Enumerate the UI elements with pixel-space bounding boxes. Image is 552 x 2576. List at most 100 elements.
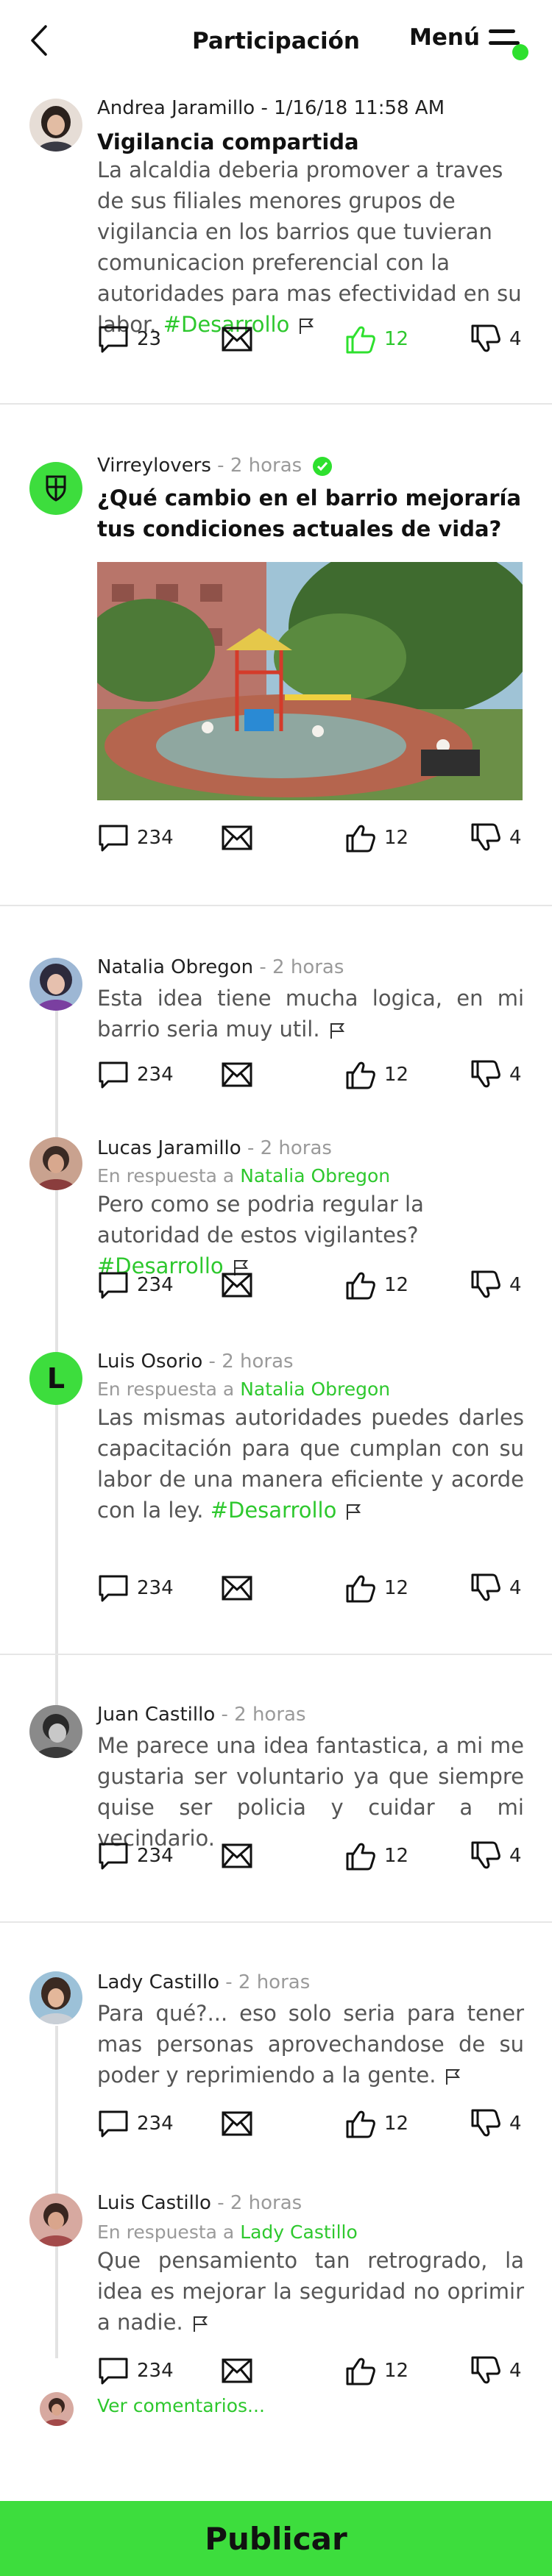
share-mail-button[interactable] bbox=[221, 1837, 253, 1874]
post-time: - 2 horas bbox=[210, 455, 302, 477]
dislike-count: 4 bbox=[509, 2360, 522, 2382]
hamburger-menu-icon[interactable] bbox=[486, 25, 528, 62]
report-flag-icon[interactable] bbox=[443, 2067, 462, 2086]
reply-to-link[interactable]: Lady Castillo bbox=[240, 2221, 358, 2243]
like-button[interactable]: 12 bbox=[344, 1056, 408, 1093]
dislike-button[interactable]: 4 bbox=[470, 2352, 522, 2389]
comment-time: - 2 horas bbox=[202, 1351, 294, 1373]
thumbs-down-icon bbox=[470, 323, 502, 355]
comment-count: 234 bbox=[137, 827, 174, 849]
dislike-button[interactable]: 4 bbox=[470, 321, 522, 357]
post-actions: 23 12 4 bbox=[97, 321, 531, 357]
comment-actions: 234 12 4 bbox=[97, 1837, 531, 1874]
comment-count: 234 bbox=[137, 1577, 174, 1599]
comment-button[interactable]: 234 bbox=[97, 1267, 174, 1303]
hashtag-link[interactable]: #Desarrollo bbox=[210, 1498, 337, 1523]
dislike-button[interactable]: 4 bbox=[470, 1056, 522, 1093]
thumbs-up-icon bbox=[344, 1269, 377, 1301]
divider bbox=[0, 403, 552, 405]
verified-check-icon bbox=[313, 456, 333, 476]
comment-icon bbox=[97, 1840, 130, 1872]
post-title: Vigilancia compartida bbox=[97, 129, 359, 154]
dislike-button[interactable]: 4 bbox=[470, 1267, 522, 1303]
like-count: 12 bbox=[384, 827, 409, 849]
menu-label[interactable]: Menú bbox=[409, 24, 480, 51]
like-button[interactable]: 12 bbox=[344, 1837, 408, 1874]
share-mail-button[interactable] bbox=[221, 1570, 253, 1607]
comment-count: 23 bbox=[137, 328, 162, 350]
dislike-button[interactable]: 4 bbox=[470, 819, 522, 856]
like-button[interactable]: 12 bbox=[344, 2352, 408, 2389]
like-button[interactable]: 12 bbox=[344, 321, 408, 357]
comment-author-line: Luis Osorio - 2 horas bbox=[97, 1351, 294, 1373]
dislike-count: 4 bbox=[509, 1274, 522, 1296]
comment-author-line: Juan Castillo - 2 horas bbox=[97, 1704, 306, 1726]
share-mail-button[interactable] bbox=[221, 2352, 253, 2389]
author-name[interactable]: Natalia Obregon bbox=[97, 956, 253, 978]
see-more-comments-link[interactable]: Ver comentarios... bbox=[97, 2395, 265, 2416]
comment-actions: 234 12 4 bbox=[97, 1056, 531, 1093]
comment-count: 234 bbox=[137, 1845, 174, 1867]
report-flag-icon[interactable] bbox=[191, 2314, 210, 2333]
notification-dot bbox=[512, 44, 528, 60]
author-name[interactable]: Luis Osorio bbox=[97, 1351, 202, 1373]
thumbs-up-icon bbox=[344, 1840, 377, 1872]
divider bbox=[0, 905, 552, 906]
comment-body-text: Pero como se podria regular la autoridad… bbox=[97, 1192, 424, 1248]
shield-icon bbox=[46, 475, 66, 502]
reply-to-link[interactable]: Natalia Obregon bbox=[240, 1165, 390, 1186]
author-name[interactable]: Virreylovers bbox=[97, 455, 211, 477]
comment-button[interactable]: 234 bbox=[97, 1570, 174, 1607]
like-button[interactable]: 12 bbox=[344, 819, 408, 856]
author-name[interactable]: Luis Castillo bbox=[97, 2192, 211, 2214]
comment-button[interactable]: 234 bbox=[97, 819, 174, 856]
comment-body: Esta idea tiene mucha logica, en mi barr… bbox=[97, 983, 524, 1045]
avatar bbox=[29, 1971, 82, 2024]
share-mail-button[interactable] bbox=[221, 1056, 253, 1093]
dislike-button[interactable]: 4 bbox=[470, 1570, 522, 1607]
like-button[interactable]: 12 bbox=[344, 1570, 408, 1607]
comment-button[interactable]: 23 bbox=[97, 321, 161, 357]
thread-line bbox=[55, 2026, 58, 2358]
comment-icon bbox=[97, 2355, 130, 2387]
comment-button[interactable]: 234 bbox=[97, 2352, 174, 2389]
dislike-count: 4 bbox=[509, 2113, 522, 2135]
avatar bbox=[29, 2193, 82, 2246]
reply-to-line: En respuesta a Natalia Obregon bbox=[97, 1378, 390, 1400]
comment-actions: 234 12 4 bbox=[97, 2352, 531, 2389]
comment-icon bbox=[97, 1058, 130, 1091]
dislike-button[interactable]: 4 bbox=[470, 2105, 522, 2142]
reply-to-link[interactable]: Natalia Obregon bbox=[240, 1378, 390, 1400]
like-count: 12 bbox=[384, 2360, 409, 2382]
comment-body: Me parece una idea fantastica, a mi me g… bbox=[97, 1733, 524, 1851]
thumbs-down-icon bbox=[470, 2107, 502, 2140]
publish-button[interactable]: Publicar bbox=[0, 2501, 552, 2576]
divider bbox=[0, 1654, 552, 1655]
share-mail-button[interactable] bbox=[221, 321, 253, 357]
thumbs-down-icon bbox=[470, 822, 502, 854]
dislike-button[interactable]: 4 bbox=[470, 1837, 522, 1874]
chevron-left-icon[interactable] bbox=[26, 22, 56, 59]
comment-count: 234 bbox=[137, 1064, 174, 1086]
like-button[interactable]: 12 bbox=[344, 1267, 408, 1303]
like-button[interactable]: 12 bbox=[344, 2105, 408, 2142]
share-mail-button[interactable] bbox=[221, 819, 253, 856]
comment-author-line: Lucas Jaramillo - 2 horas bbox=[97, 1137, 332, 1159]
share-mail-button[interactable] bbox=[221, 2105, 253, 2142]
comment-button[interactable]: 234 bbox=[97, 1056, 174, 1093]
report-flag-icon[interactable] bbox=[328, 1021, 347, 1040]
comment-button[interactable]: 234 bbox=[97, 2105, 174, 2142]
thumbs-down-icon bbox=[470, 1058, 502, 1091]
avatar bbox=[29, 1705, 82, 1758]
comment-time: - 2 horas bbox=[210, 2192, 302, 2214]
share-mail-button[interactable] bbox=[221, 1267, 253, 1303]
author-name[interactable]: Lady Castillo bbox=[97, 1971, 219, 1993]
like-count: 12 bbox=[384, 328, 409, 350]
comment-icon bbox=[97, 1572, 130, 1604]
report-flag-icon[interactable] bbox=[344, 1502, 363, 1521]
author-name[interactable]: Juan Castillo bbox=[97, 1704, 215, 1726]
author-name[interactable]: Lucas Jaramillo bbox=[97, 1137, 241, 1159]
thumbs-up-icon bbox=[344, 1058, 377, 1091]
playground-photo[interactable] bbox=[97, 562, 523, 800]
comment-button[interactable]: 234 bbox=[97, 1837, 174, 1874]
